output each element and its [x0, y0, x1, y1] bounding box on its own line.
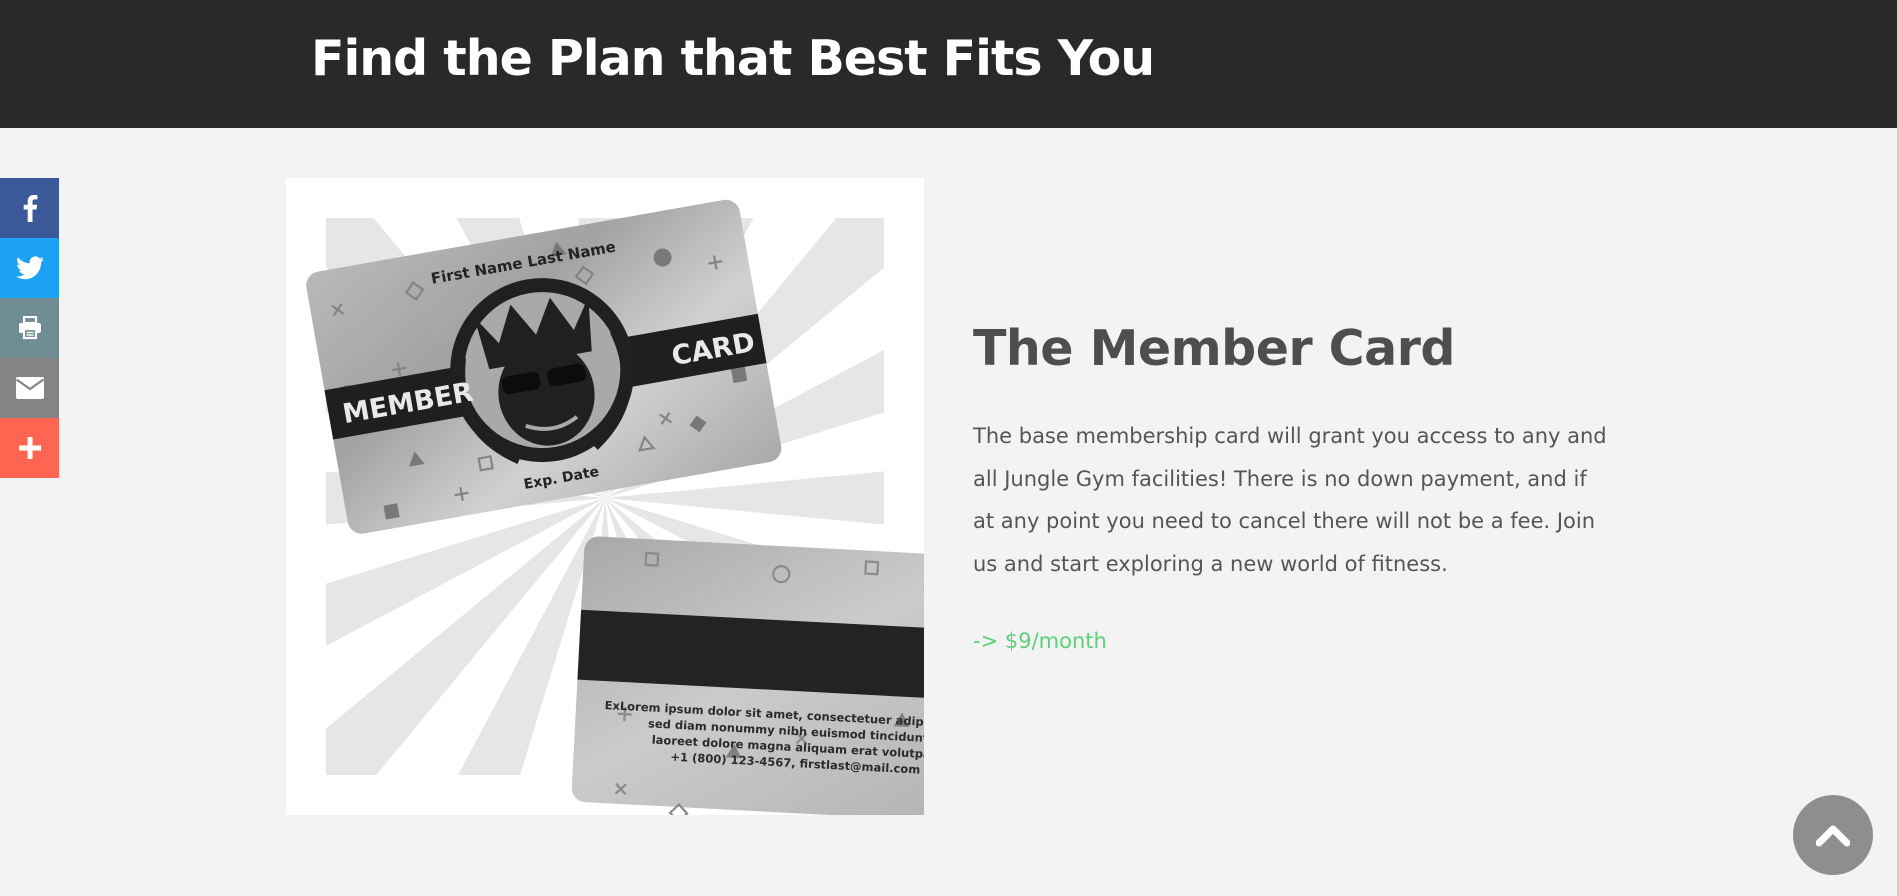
- back-to-top-button[interactable]: [1793, 795, 1873, 875]
- page-title: Find the Plan that Best Fits You: [311, 30, 1155, 87]
- print-button[interactable]: [0, 298, 59, 358]
- page-header: Find the Plan that Best Fits You: [0, 0, 1899, 128]
- more-share-button[interactable]: [0, 418, 59, 478]
- card-back: ExLorem ipsum dolor sit amet, consectetu…: [571, 536, 924, 815]
- facebook-icon: [23, 195, 37, 222]
- plus-icon: [18, 437, 41, 459]
- print-icon: [18, 316, 41, 340]
- member-card-image: ExLorem ipsum dolor sit amet, consectetu…: [286, 178, 924, 815]
- share-bar: [0, 178, 59, 478]
- facebook-share-button[interactable]: [0, 178, 59, 238]
- plan-description: The base membership card will grant you …: [973, 424, 1607, 576]
- member-card-illustration: ExLorem ipsum dolor sit amet, consectetu…: [306, 199, 924, 815]
- chevron-up-icon: [1816, 825, 1850, 847]
- email-icon: [15, 377, 44, 399]
- twitter-share-button[interactable]: [0, 238, 59, 298]
- plan-title: The Member Card: [973, 320, 1455, 377]
- plan-details: The Member Card The base membership card…: [973, 320, 1613, 653]
- email-share-button[interactable]: [0, 358, 59, 418]
- twitter-icon: [15, 256, 44, 280]
- plan-price-link[interactable]: -> $9/month: [973, 629, 1613, 653]
